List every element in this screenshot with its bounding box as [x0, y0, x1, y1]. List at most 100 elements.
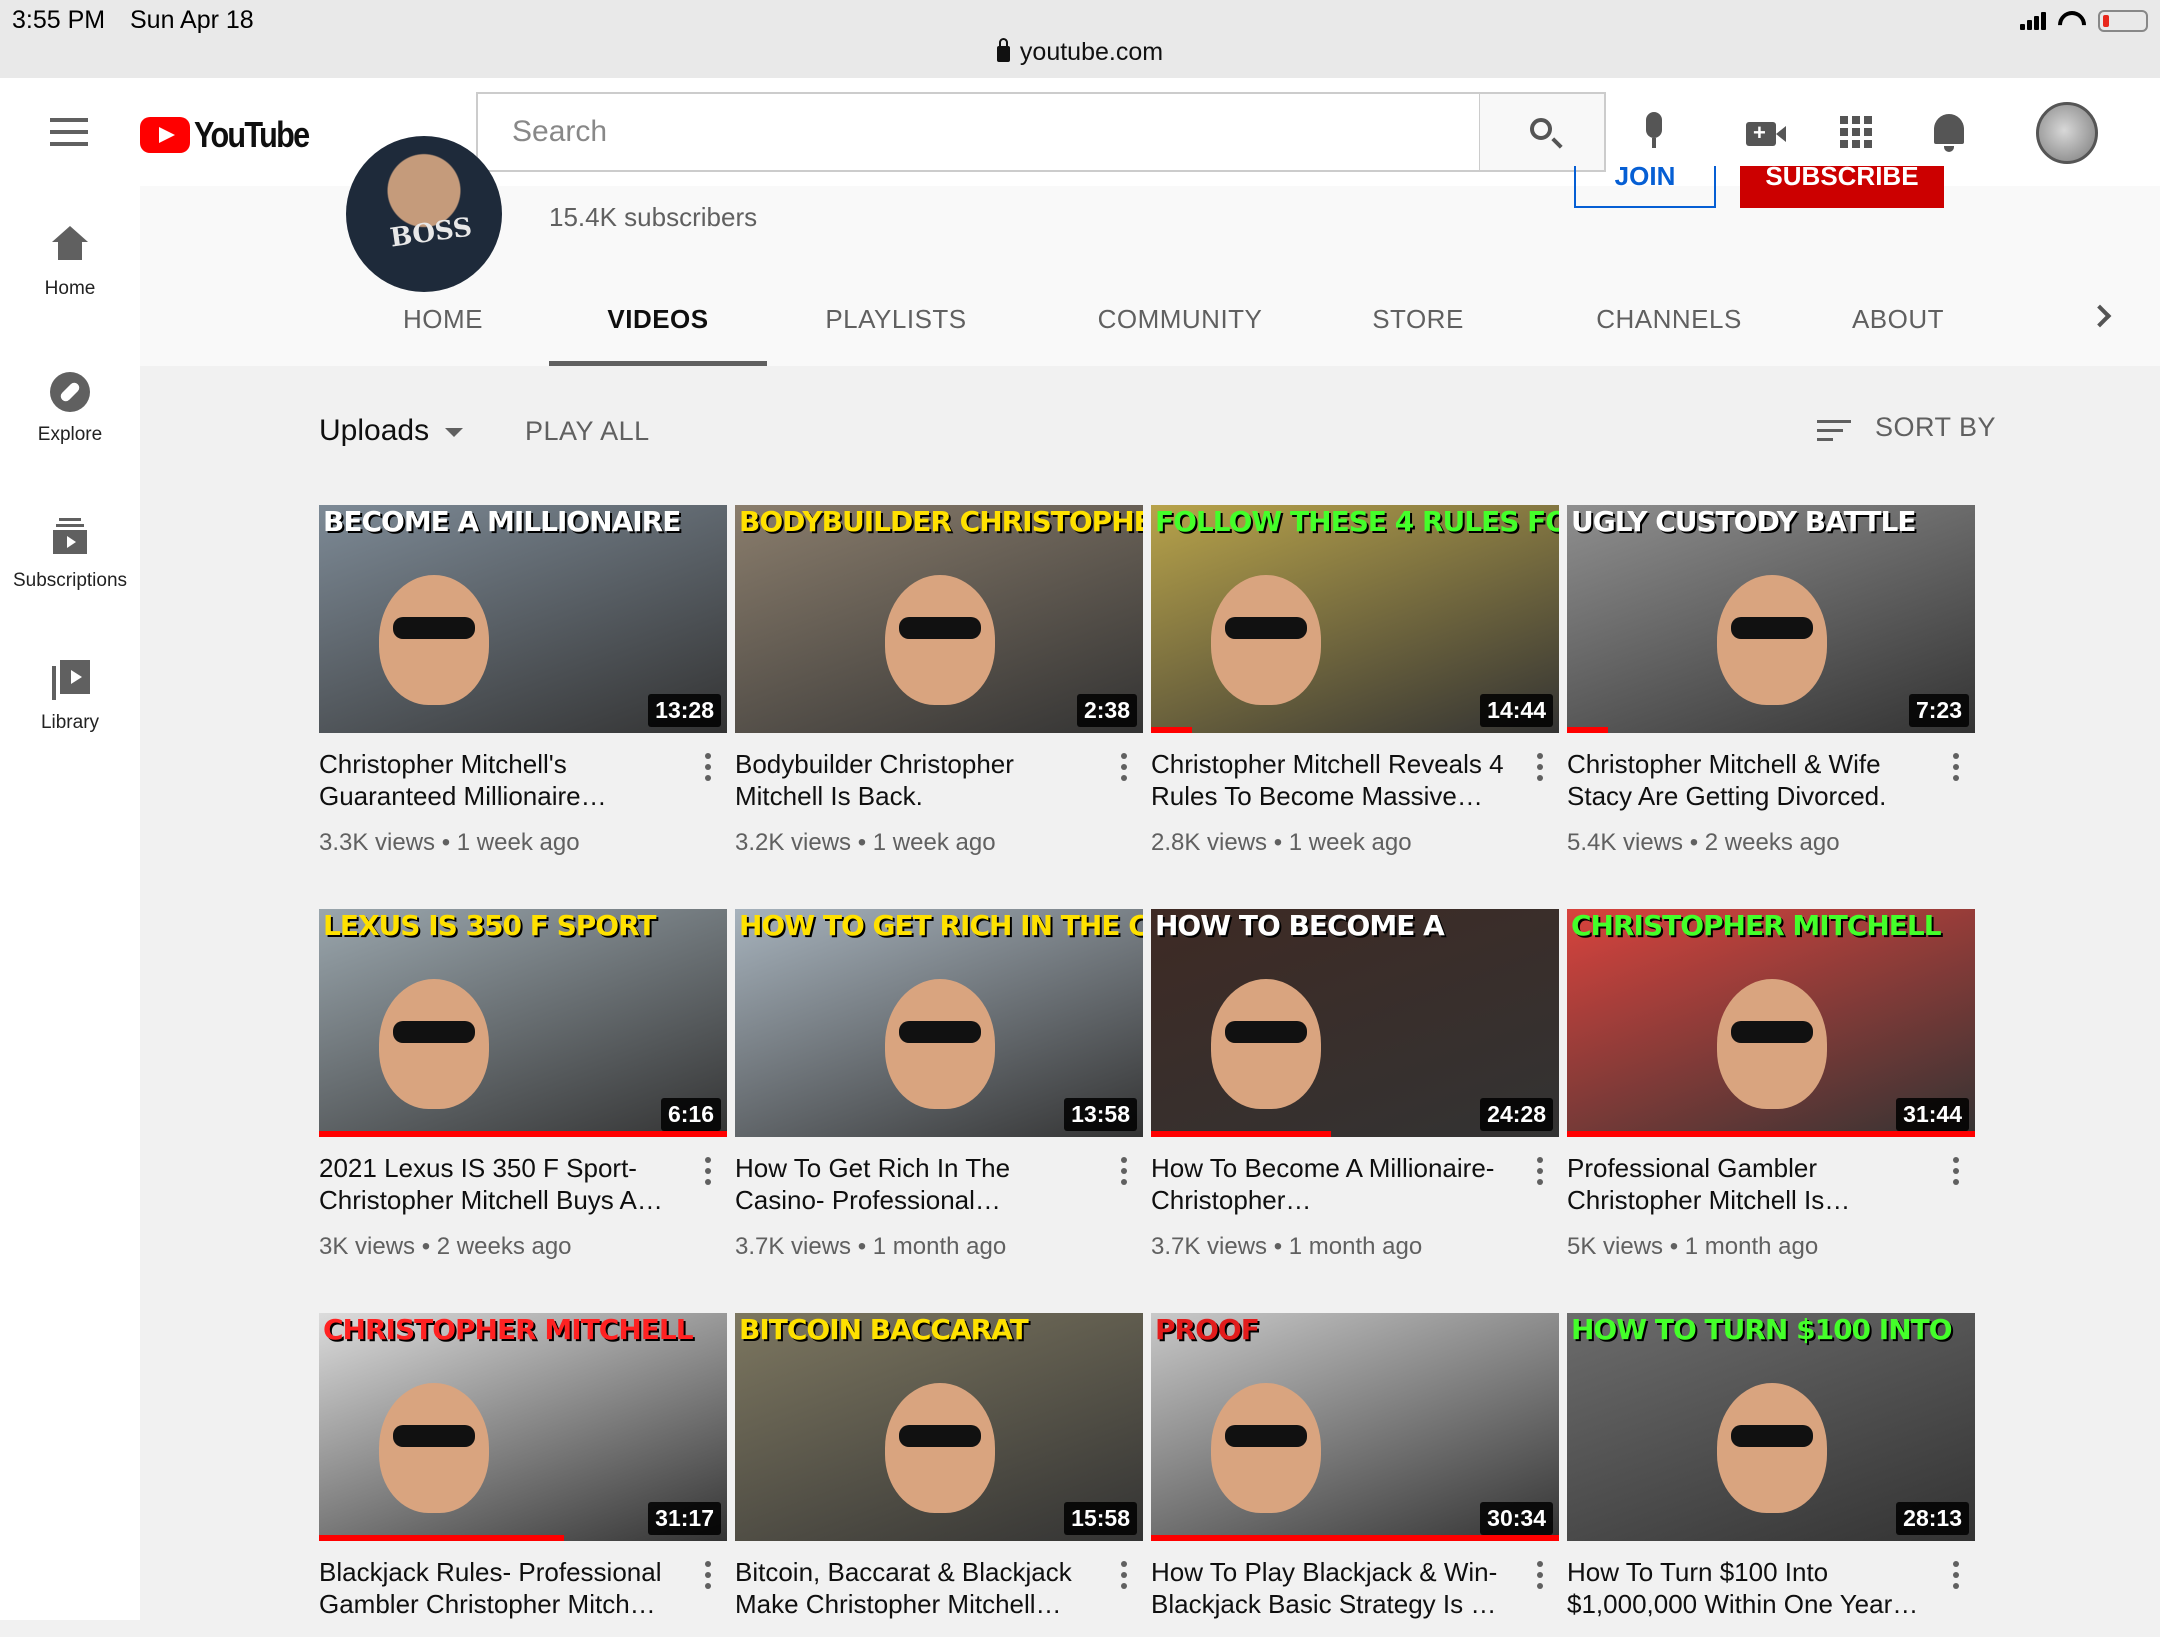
thumbnail-person [885, 575, 995, 705]
tab-playlists[interactable]: PLAYLISTS [816, 294, 976, 366]
video-thumbnail[interactable]: BITCOIN BACCARAT 15:58 [735, 1313, 1143, 1541]
status-time: 3:55 PM [12, 6, 106, 34]
tab-about[interactable]: ABOUT [1840, 294, 1956, 366]
video-thumbnail[interactable]: CHRISTOPHER MITCHELL 31:44 [1567, 909, 1975, 1137]
more-options-icon[interactable] [1121, 753, 1127, 786]
video-card[interactable]: BECOME A MILLIONAIRE 13:28 Christopher M… [319, 505, 727, 857]
video-card[interactable]: BITCOIN BACCARAT 15:58 Bitcoin, Baccarat… [735, 1313, 1143, 1637]
guide-item-label: Library [40, 712, 100, 733]
video-thumbnail[interactable]: BECOME A MILLIONAIRE 13:28 [319, 505, 727, 733]
video-title[interactable]: Bitcoin, Baccarat & Blackjack Make Chris… [735, 1556, 1095, 1620]
video-title[interactable]: How To Play Blackjack & Win- Blackjack B… [1151, 1556, 1511, 1620]
tab-videos[interactable]: VIDEOS [549, 294, 767, 366]
thumbnail-text: UGLY CUSTODY BATTLE [1571, 505, 1916, 538]
duration-badge: 7:23 [1908, 694, 1969, 727]
video-thumbnail[interactable]: CHRISTOPHER MITCHELL 31:17 [319, 1313, 727, 1541]
more-options-icon[interactable] [1953, 753, 1959, 786]
account-avatar[interactable] [2036, 102, 2098, 164]
video-title[interactable]: 2021 Lexus IS 350 F Sport- Christopher M… [319, 1152, 679, 1216]
video-title[interactable]: Blackjack Rules- Professional Gambler Ch… [319, 1556, 679, 1620]
guide-item-home[interactable]: Home [0, 226, 140, 300]
more-options-icon[interactable] [1953, 1561, 1959, 1594]
apps-grid-icon[interactable] [1840, 116, 1872, 148]
status-date: Sun Apr 18 [130, 6, 254, 34]
more-options-icon[interactable] [1537, 1561, 1543, 1594]
guide-item-subscriptions[interactable]: Subscriptions [0, 518, 140, 592]
youtube-logo[interactable]: YouTube [140, 114, 329, 156]
chevron-right-icon[interactable] [2088, 304, 2112, 328]
more-options-icon[interactable] [705, 1561, 711, 1594]
uploads-dropdown[interactable]: Uploads [319, 414, 464, 448]
video-thumbnail[interactable]: UGLY CUSTODY BATTLE 7:23 [1567, 505, 1975, 733]
library-icon [50, 660, 90, 700]
video-thumbnail[interactable]: PROOF 30:34 [1151, 1313, 1559, 1541]
video-meta: 5.4K views • 2 weeks ago [1567, 829, 1840, 856]
search-icon [1530, 118, 1552, 140]
channel-avatar[interactable]: BOSS [346, 136, 502, 292]
video-thumbnail[interactable]: HOW TO TURN $100 INTO 28:13 [1567, 1313, 1975, 1541]
video-card[interactable]: HOW TO GET RICH IN THE CASINO 13:58 How … [735, 909, 1143, 1261]
video-card[interactable]: HOW TO TURN $100 INTO 28:13 How To Turn … [1567, 1313, 1975, 1637]
video-card[interactable]: LEXUS IS 350 F SPORT 6:16 2021 Lexus IS … [319, 909, 727, 1261]
video-card[interactable]: BODYBUILDER CHRISTOPHER MITCHELL 2:38 Bo… [735, 505, 1143, 857]
video-title[interactable]: How To Become A Millionaire- Christopher… [1151, 1152, 1511, 1216]
more-options-icon[interactable] [1537, 1157, 1543, 1190]
video-thumbnail[interactable]: LEXUS IS 350 F SPORT 6:16 [319, 909, 727, 1137]
more-options-icon[interactable] [1121, 1561, 1127, 1594]
more-options-icon[interactable] [1121, 1157, 1127, 1190]
address-bar[interactable]: youtube.com [0, 38, 2160, 67]
tab-store[interactable]: STORE [1358, 294, 1478, 366]
video-thumbnail[interactable]: HOW TO BECOME A 24:28 [1151, 909, 1559, 1137]
video-card[interactable]: CHRISTOPHER MITCHELL 31:17 Blackjack Rul… [319, 1313, 727, 1637]
menu-icon[interactable] [50, 118, 88, 146]
video-card[interactable]: HOW TO BECOME A 24:28 How To Become A Mi… [1151, 909, 1559, 1261]
video-title[interactable]: Christopher Mitchell's Guaranteed Millio… [319, 748, 679, 812]
video-thumbnail[interactable]: BODYBUILDER CHRISTOPHER MITCHELL 2:38 [735, 505, 1143, 733]
more-options-icon[interactable] [1537, 753, 1543, 786]
guide-item-label: Subscriptions [12, 570, 128, 591]
sort-icon[interactable] [1817, 420, 1851, 447]
thumbnail-person [379, 1383, 489, 1513]
video-card[interactable]: CHRISTOPHER MITCHELL 31:44 Professional … [1567, 909, 1975, 1261]
video-title[interactable]: Bodybuilder Christopher Mitchell Is Back… [735, 748, 1095, 812]
thumbnail-text: BECOME A MILLIONAIRE [323, 505, 681, 538]
more-options-icon[interactable] [705, 753, 711, 786]
thumbnail-person [1717, 979, 1827, 1109]
tab-community[interactable]: COMMUNITY [1080, 294, 1280, 366]
search-input[interactable]: Search [476, 92, 1481, 172]
video-title[interactable]: How To Get Rich In The Casino- Professio… [735, 1152, 1095, 1216]
microphone-icon[interactable] [1642, 112, 1666, 154]
video-card[interactable]: FOLLOW THESE 4 RULES FOR SUCCESS 14:44 C… [1151, 505, 1559, 857]
more-options-icon[interactable] [705, 1157, 711, 1190]
battery-icon [2098, 10, 2148, 32]
subscribe-button[interactable]: SUBSCRIBE [1740, 166, 1944, 208]
duration-badge: 24:28 [1480, 1098, 1553, 1131]
videos-content: Uploads PLAY ALL SORT BY BECOME A MILLIO… [140, 366, 2160, 1620]
video-title[interactable]: How To Turn $100 Into $1,000,000 Within … [1567, 1556, 1927, 1620]
play-all-button[interactable]: PLAY ALL [525, 416, 650, 447]
thumbnail-person [1717, 575, 1827, 705]
duration-badge: 14:44 [1480, 694, 1553, 727]
sort-by-button[interactable]: SORT BY [1875, 412, 1996, 443]
create-video-icon[interactable]: + [1746, 120, 1786, 146]
tab-channels[interactable]: CHANNELS [1574, 294, 1764, 366]
video-thumbnail[interactable]: HOW TO GET RICH IN THE CASINO 13:58 [735, 909, 1143, 1137]
video-title[interactable]: Christopher Mitchell Reveals 4 Rules To … [1151, 748, 1511, 812]
video-card[interactable]: PROOF 30:34 How To Play Blackjack & Win-… [1151, 1313, 1559, 1637]
more-options-icon[interactable] [1953, 1157, 1959, 1190]
thumbnail-text: BODYBUILDER CHRISTOPHER MITCHELL [739, 505, 1143, 538]
notifications-bell-icon[interactable] [1934, 114, 1966, 152]
join-button[interactable]: JOIN [1574, 166, 1716, 208]
signal-icon [2020, 12, 2046, 30]
guide-item-library[interactable]: Library [0, 660, 140, 734]
tab-home[interactable]: HOME [380, 294, 506, 366]
video-card[interactable]: UGLY CUSTODY BATTLE 7:23 Christopher Mit… [1567, 505, 1975, 857]
channel-header: BOSS 15.4K subscribers JOIN SUBSCRIBE HO… [140, 136, 2160, 366]
thumbnail-person [1211, 979, 1321, 1109]
guide-item-explore[interactable]: Explore [0, 372, 140, 446]
thumbnail-person [1717, 1383, 1827, 1513]
video-title[interactable]: Professional Gambler Christopher Mitchel… [1567, 1152, 1927, 1216]
search-button[interactable] [1480, 92, 1606, 172]
video-title[interactable]: Christopher Mitchell & Wife Stacy Are Ge… [1567, 748, 1927, 812]
video-thumbnail[interactable]: FOLLOW THESE 4 RULES FOR SUCCESS 14:44 [1151, 505, 1559, 733]
